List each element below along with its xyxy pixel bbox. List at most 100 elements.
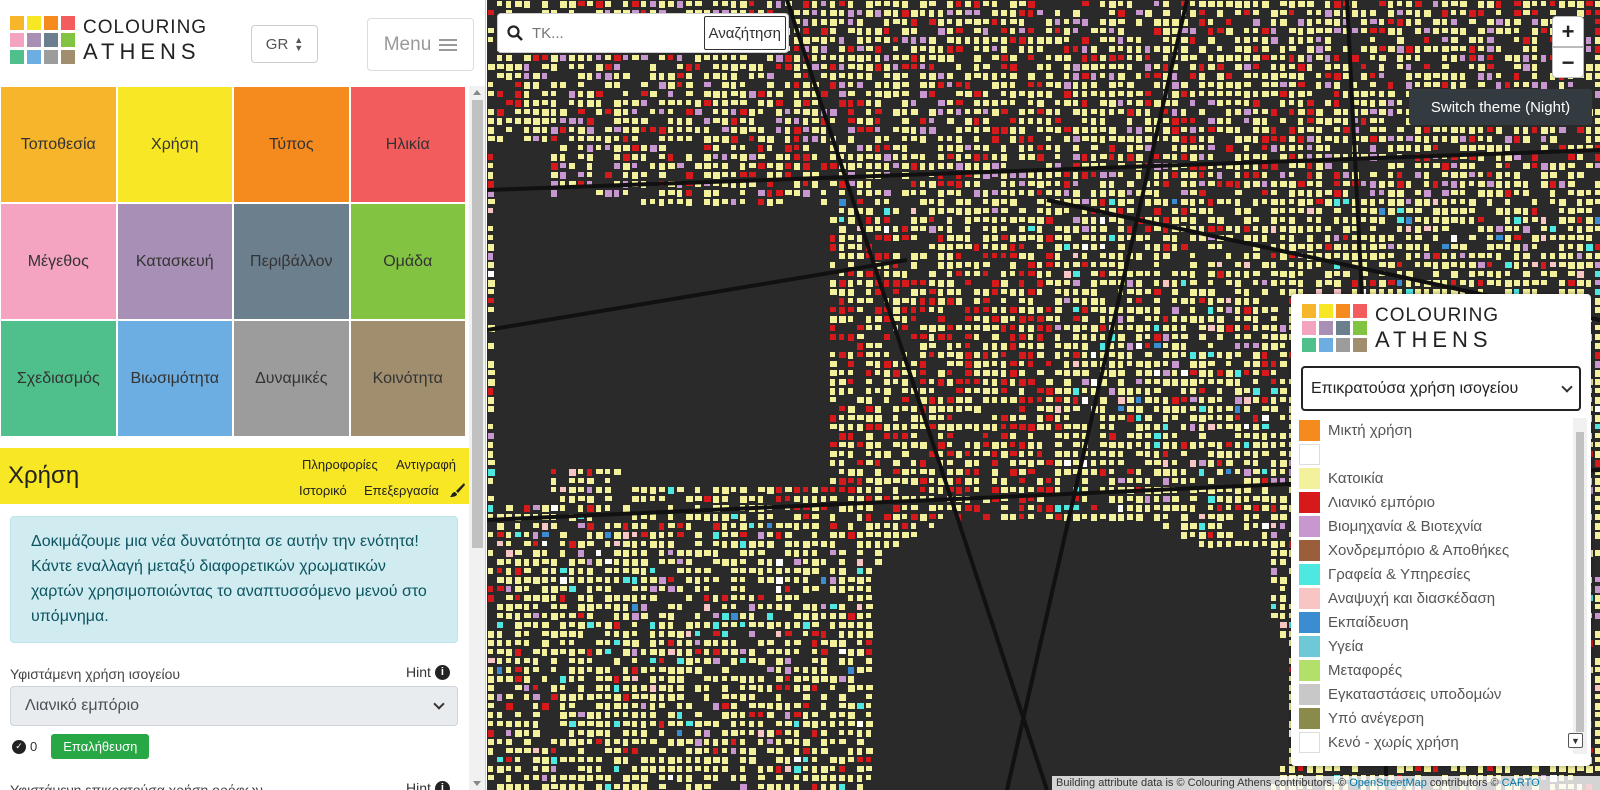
building-footprint[interactable] [623, 73, 630, 79]
building-footprint[interactable] [1010, 379, 1015, 386]
building-footprint[interactable] [803, 145, 809, 151]
building-footprint[interactable] [839, 244, 844, 251]
building-footprint[interactable] [1586, 262, 1593, 268]
building-footprint[interactable] [1586, 127, 1591, 134]
building-footprint[interactable] [1109, 46, 1115, 52]
building-footprint[interactable] [1010, 37, 1016, 43]
building-footprint[interactable] [1010, 136, 1016, 143]
building-footprint[interactable] [1199, 46, 1206, 53]
building-footprint[interactable] [1217, 217, 1224, 224]
building-footprint[interactable] [578, 145, 583, 150]
building-footprint[interactable] [839, 19, 844, 24]
building-footprint[interactable] [1118, 262, 1124, 269]
building-footprint[interactable] [1514, 37, 1519, 42]
building-footprint[interactable] [1010, 262, 1016, 269]
building-footprint[interactable] [713, 523, 720, 530]
building-footprint[interactable] [1352, 28, 1358, 33]
building-footprint[interactable] [1208, 307, 1213, 314]
building-footprint[interactable] [992, 55, 999, 60]
building-footprint[interactable] [803, 181, 808, 186]
building-footprint[interactable] [956, 163, 963, 170]
building-footprint[interactable] [632, 145, 639, 151]
building-footprint[interactable] [1001, 55, 1008, 61]
building-footprint[interactable] [1550, 262, 1556, 267]
building-footprint[interactable] [1253, 460, 1258, 466]
building-footprint[interactable] [875, 127, 880, 132]
building-footprint[interactable] [1010, 91, 1016, 98]
building-footprint[interactable] [1397, 217, 1404, 223]
building-footprint[interactable] [1289, 262, 1294, 267]
building-footprint[interactable] [1145, 64, 1151, 71]
building-footprint[interactable] [965, 163, 971, 170]
building-footprint[interactable] [1055, 172, 1061, 177]
building-footprint[interactable] [668, 118, 673, 124]
building-footprint[interactable] [1109, 199, 1115, 205]
building-footprint[interactable] [1100, 154, 1107, 159]
building-footprint[interactable] [1100, 109, 1105, 116]
building-footprint[interactable] [1019, 190, 1024, 195]
building-footprint[interactable] [839, 100, 846, 107]
building-footprint[interactable] [605, 541, 610, 547]
building-footprint[interactable] [1037, 109, 1044, 114]
building-footprint[interactable] [1181, 199, 1188, 205]
building-footprint[interactable] [794, 64, 800, 71]
building-footprint[interactable] [812, 127, 819, 133]
building-footprint[interactable] [893, 307, 900, 314]
building-footprint[interactable] [1307, 235, 1313, 242]
building-footprint[interactable] [1559, 253, 1566, 259]
building-footprint[interactable] [776, 523, 783, 528]
building-footprint[interactable] [1532, 46, 1537, 52]
building-footprint[interactable] [956, 127, 962, 133]
building-footprint[interactable] [1478, 262, 1485, 268]
building-footprint[interactable] [1190, 253, 1195, 258]
building-footprint[interactable] [1343, 64, 1349, 71]
building-footprint[interactable] [1028, 505, 1034, 510]
building-footprint[interactable] [866, 109, 871, 115]
building-footprint[interactable] [1073, 424, 1080, 429]
building-footprint[interactable] [1244, 334, 1251, 339]
building-footprint[interactable] [1199, 316, 1204, 323]
building-footprint[interactable] [1487, 172, 1492, 177]
building-footprint[interactable] [1064, 55, 1071, 61]
building-footprint[interactable] [1370, 19, 1377, 24]
building-footprint[interactable] [857, 307, 863, 312]
building-footprint[interactable] [1208, 1, 1215, 7]
building-footprint[interactable] [1523, 136, 1530, 143]
building-footprint[interactable] [848, 352, 853, 359]
building-footprint[interactable] [1073, 370, 1080, 376]
building-footprint[interactable] [1262, 280, 1267, 285]
building-footprint[interactable] [1208, 379, 1214, 384]
building-footprint[interactable] [1370, 253, 1377, 260]
building-footprint[interactable] [1262, 343, 1268, 350]
building-footprint[interactable] [893, 424, 899, 430]
building-footprint[interactable] [1001, 127, 1008, 134]
building-footprint[interactable] [1469, 46, 1475, 53]
building-footprint[interactable] [677, 523, 683, 528]
building-footprint[interactable] [650, 145, 657, 152]
building-footprint[interactable] [1559, 127, 1566, 133]
building-footprint[interactable] [956, 406, 962, 412]
building-footprint[interactable] [1235, 379, 1240, 386]
building-footprint[interactable] [632, 136, 638, 141]
building-footprint[interactable] [524, 73, 529, 79]
building-footprint[interactable] [1190, 10, 1196, 17]
building-footprint[interactable] [974, 154, 980, 161]
building-footprint[interactable] [1064, 64, 1070, 70]
building-footprint[interactable] [911, 316, 916, 321]
building-footprint[interactable] [1487, 190, 1493, 197]
building-footprint[interactable] [1217, 469, 1223, 475]
building-footprint[interactable] [587, 100, 594, 107]
building-footprint[interactable] [1217, 505, 1222, 511]
building-footprint[interactable] [605, 127, 612, 132]
building-footprint[interactable] [866, 415, 873, 422]
building-footprint[interactable] [1235, 271, 1240, 277]
building-footprint[interactable] [488, 496, 494, 501]
building-footprint[interactable] [1136, 253, 1142, 260]
building-footprint[interactable] [722, 91, 727, 98]
building-footprint[interactable] [1163, 154, 1170, 159]
building-footprint[interactable] [713, 55, 718, 60]
building-footprint[interactable] [1226, 28, 1233, 35]
building-footprint[interactable] [911, 433, 917, 438]
building-footprint[interactable] [1064, 190, 1069, 196]
building-footprint[interactable] [830, 73, 836, 80]
